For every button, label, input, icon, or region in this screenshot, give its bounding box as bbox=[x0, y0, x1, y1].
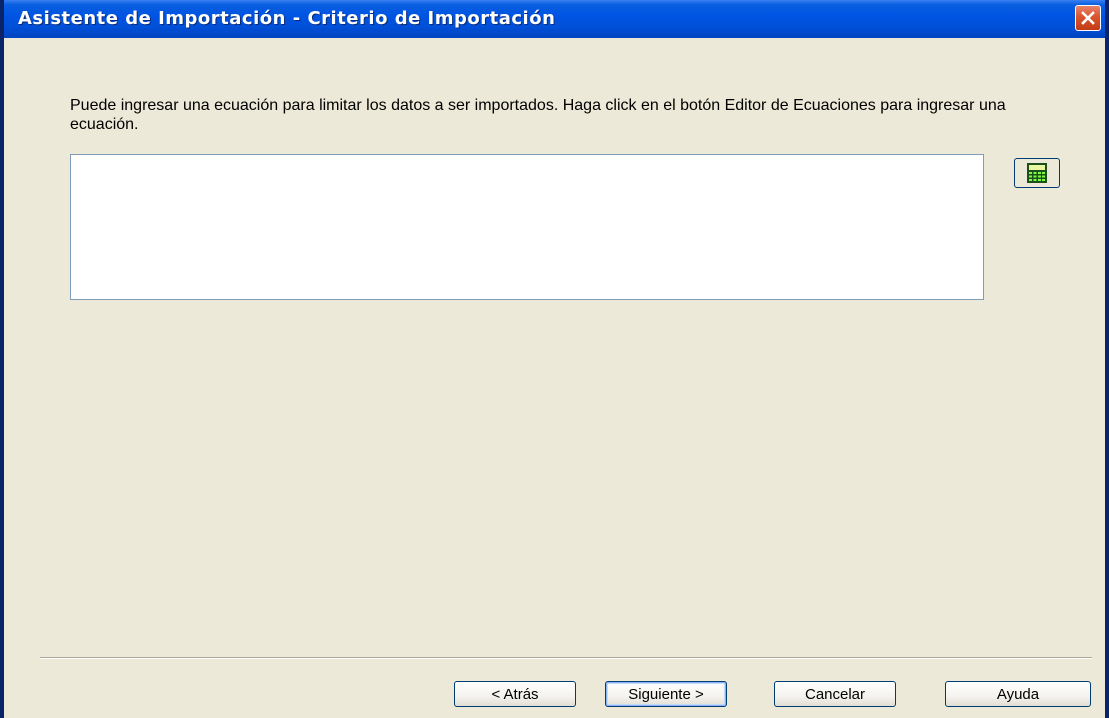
close-icon bbox=[1081, 11, 1095, 25]
back-button[interactable]: < Atrás bbox=[454, 681, 576, 707]
instructions-text: Puede ingresar una ecuación para limitar… bbox=[70, 97, 1006, 133]
next-button[interactable]: Siguiente > bbox=[605, 681, 727, 707]
close-button[interactable] bbox=[1075, 5, 1101, 31]
window-title: Asistente de Importación - Criterio de I… bbox=[18, 8, 556, 29]
help-button[interactable]: Ayuda bbox=[945, 681, 1091, 707]
cancel-button[interactable]: Cancelar bbox=[774, 681, 896, 707]
equation-input[interactable] bbox=[70, 154, 984, 300]
footer-divider bbox=[40, 657, 1092, 659]
equation-editor-button[interactable] bbox=[1014, 158, 1060, 188]
title-bar[interactable]: Asistente de Importación - Criterio de I… bbox=[4, 0, 1105, 38]
import-wizard-window: Asistente de Importación - Criterio de I… bbox=[0, 0, 1109, 718]
calculator-icon bbox=[1027, 163, 1047, 183]
